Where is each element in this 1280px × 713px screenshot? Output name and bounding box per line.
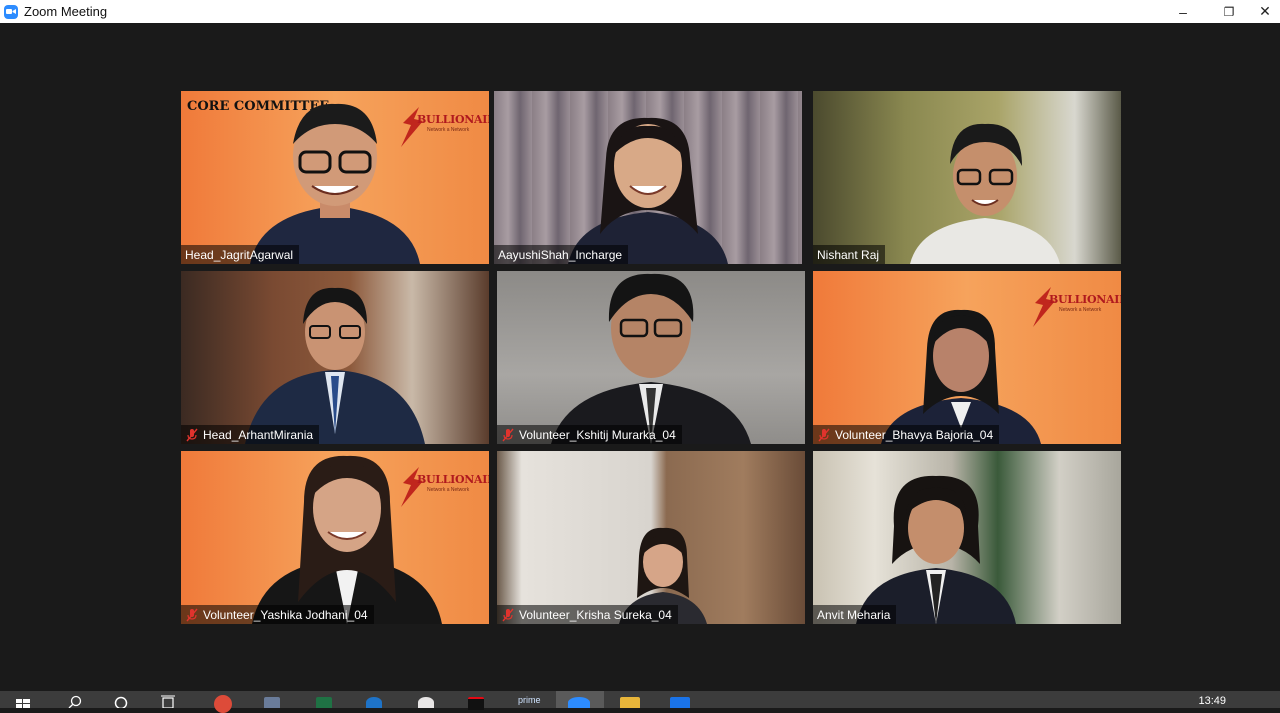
video-tile[interactable]: Nishant Raj xyxy=(813,91,1121,264)
video-tile[interactable]: Volunteer_Kshitij Murarka_04 xyxy=(497,271,805,444)
participant-name: Volunteer_Krisha Sureka_04 xyxy=(519,607,672,622)
participant-silhouette xyxy=(568,117,728,264)
search-icon[interactable] xyxy=(68,695,82,708)
muted-mic-icon xyxy=(818,428,830,441)
brand-name: BULLIONAIRE xyxy=(1049,293,1121,306)
participant-silhouette xyxy=(250,103,420,264)
video-tile[interactable]: Head_ArhantMirania xyxy=(181,271,489,444)
chrome-icon[interactable] xyxy=(214,695,232,713)
muted-mic-icon xyxy=(186,608,198,621)
netflix-icon[interactable] xyxy=(468,697,484,710)
calculator-icon[interactable] xyxy=(264,697,280,708)
file-explorer-icon[interactable] xyxy=(620,697,640,708)
participant-name-tag: Anvit Meharia xyxy=(813,605,897,624)
brand-tagline: Network a Network xyxy=(427,127,470,133)
muted-mic-icon xyxy=(502,608,514,621)
participant-name: Nishant Raj xyxy=(817,247,880,262)
zoom-icon[interactable] xyxy=(568,697,590,708)
participant-silhouette xyxy=(856,475,1017,624)
video-tile[interactable]: BULLIONAIRE Network a Network Volunteer_… xyxy=(181,451,489,624)
close-button[interactable]: ✕ xyxy=(1250,0,1280,23)
excel-icon[interactable] xyxy=(316,697,332,708)
participant-name-tag: Volunteer_Bhavya Bajoria_04 xyxy=(813,425,1000,444)
participant-silhouette xyxy=(910,123,1061,264)
participant-silhouette xyxy=(245,287,425,444)
participant-name: AayushiShah_Incharge xyxy=(498,247,623,262)
participant-name-tag: Volunteer_Yashika Jodhani_04 xyxy=(181,605,374,624)
cortana-icon[interactable] xyxy=(114,695,128,708)
zoom-app-icon xyxy=(4,4,18,19)
video-gallery: CORE COMMITTEE BULLIONAIRE Network a Net… xyxy=(0,23,1280,691)
restore-button[interactable]: ❐ xyxy=(1206,0,1252,23)
participant-name: Volunteer_Yashika Jodhani_04 xyxy=(203,607,368,622)
title-bar: Zoom Meeting – ❐ ✕ xyxy=(0,0,1280,23)
participant-name-tag: Head_ArhantMirania xyxy=(181,425,320,444)
muted-mic-icon xyxy=(186,428,198,441)
video-tile[interactable]: Volunteer_Krisha Sureka_04 xyxy=(497,451,805,624)
participant-name: Head_ArhantMirania xyxy=(203,427,314,442)
video-tile-active-speaker[interactable]: AayushiShah_Incharge xyxy=(494,91,802,264)
taskbar-clock[interactable]: 13:49 xyxy=(1198,695,1226,707)
participant-name-tag: Volunteer_Kshitij Murarka_04 xyxy=(497,425,682,444)
task-view-icon[interactable] xyxy=(160,695,178,708)
participant-name: Volunteer_Bhavya Bajoria_04 xyxy=(835,427,994,442)
prime-video-icon[interactable]: prime xyxy=(518,695,541,705)
window-title: Zoom Meeting xyxy=(24,4,108,19)
mail-icon[interactable] xyxy=(670,697,690,708)
participant-name: Head_JagritAgarwal xyxy=(185,247,294,262)
participant-name-tag: Nishant Raj xyxy=(813,245,886,264)
participant-name-tag: Head_JagritAgarwal xyxy=(181,245,300,264)
participant-silhouette xyxy=(551,273,751,444)
participant-name: Anvit Meharia xyxy=(817,607,891,622)
windows-start-icon[interactable] xyxy=(16,697,30,708)
video-tile[interactable]: BULLIONAIRE Network a Network Volunteer_… xyxy=(813,271,1121,444)
taskbar-zoom-active[interactable] xyxy=(556,691,604,708)
participant-name: Volunteer_Kshitij Murarka_04 xyxy=(519,427,676,442)
windows-taskbar: prime 13:49 xyxy=(0,691,1280,713)
edge-icon[interactable] xyxy=(366,697,382,708)
video-tile[interactable]: CORE COMMITTEE BULLIONAIRE Network a Net… xyxy=(181,91,489,264)
muted-mic-icon xyxy=(502,428,514,441)
participant-name-tag: Volunteer_Krisha Sureka_04 xyxy=(497,605,678,624)
minimize-button[interactable]: – xyxy=(1160,0,1206,23)
participant-name-tag: AayushiShah_Incharge xyxy=(494,245,629,264)
brand-tagline: Network a Network xyxy=(1059,307,1102,313)
participant-silhouette xyxy=(880,309,1041,444)
video-tile[interactable]: Anvit Meharia xyxy=(813,451,1121,624)
participant-silhouette xyxy=(252,455,443,624)
paint-icon[interactable] xyxy=(418,697,434,708)
